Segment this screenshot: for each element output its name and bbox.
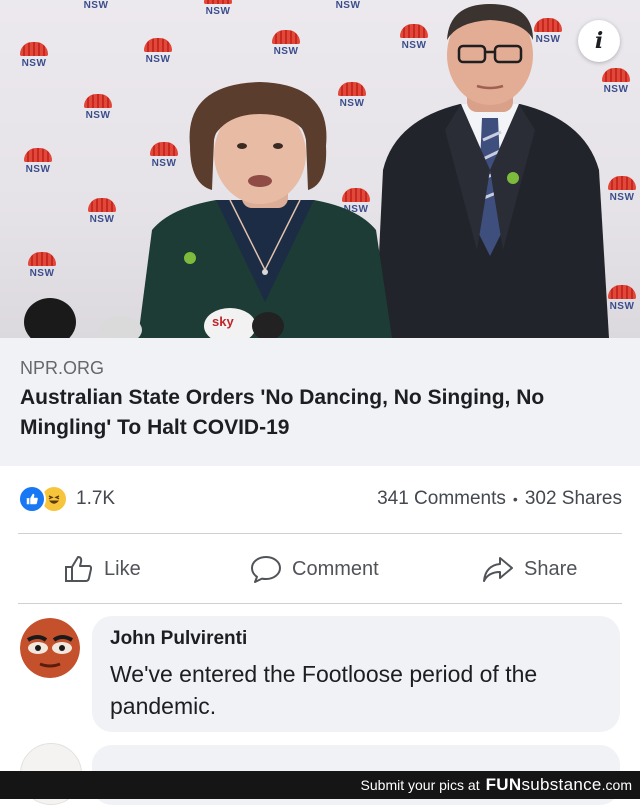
shares-count[interactable]: 302 Shares xyxy=(525,488,622,510)
info-button[interactable]: i xyxy=(578,20,620,62)
reactions-summary[interactable]: 1.7K xyxy=(18,484,115,514)
comment-icon xyxy=(251,556,281,583)
microphones: sky xyxy=(24,298,284,338)
nsw-logo: NSW xyxy=(24,252,60,284)
divider xyxy=(18,533,622,534)
nsw-logo: NSW xyxy=(80,94,116,126)
article-photo[interactable]: NSW NSW NSW NSW NSW NSW NSW NSW NSW NSW … xyxy=(0,0,640,338)
share-icon xyxy=(483,557,513,582)
mic-label: sky xyxy=(212,314,234,329)
like-label: Like xyxy=(104,557,141,580)
watermark-prefix: Submit your pics at xyxy=(360,777,480,793)
watermark-brand-substance: substance xyxy=(521,775,602,794)
divider xyxy=(18,603,622,604)
nsw-logo: NSW xyxy=(16,42,52,74)
nsw-logo: NSW xyxy=(268,30,304,62)
like-button[interactable]: Like xyxy=(64,548,141,590)
post-stats: 341 Comments • 302 Shares xyxy=(377,488,622,510)
nsw-logo: NSW xyxy=(84,198,120,230)
link-title[interactable]: Australian State Orders 'No Dancing, No … xyxy=(20,383,630,443)
watermark-brand-fun: FUN xyxy=(485,775,522,794)
comment-label: Comment xyxy=(292,557,379,580)
nsw-logo: NSW xyxy=(140,38,176,70)
watermark-bar: Submit your pics at FUN substance .com xyxy=(0,771,640,799)
share-button[interactable]: Share xyxy=(482,548,577,590)
stats-separator: • xyxy=(512,491,518,507)
comments-count[interactable]: 341 Comments xyxy=(377,488,506,510)
link-domain: NPR.ORG xyxy=(20,358,105,378)
commenter-avatar[interactable] xyxy=(20,618,80,678)
comment-button[interactable]: Comment xyxy=(250,548,379,590)
info-icon: i xyxy=(594,28,604,54)
nsw-logo: NSW xyxy=(83,0,109,11)
nsw-logo: NSW xyxy=(20,148,56,180)
watermark-brand-com: .com xyxy=(601,777,632,793)
comment-author[interactable]: John Pulvirenti xyxy=(110,628,247,650)
nsw-logo: NSW xyxy=(335,0,361,11)
man-in-suit xyxy=(375,4,609,338)
nsw-logo: NSW xyxy=(200,0,236,22)
thumbs-up-icon xyxy=(65,556,93,582)
reaction-count: 1.7K xyxy=(76,488,116,509)
share-label: Share xyxy=(524,557,578,580)
like-reaction-icon xyxy=(18,485,46,513)
comment-text: We've entered the Footloose period of th… xyxy=(110,661,538,719)
